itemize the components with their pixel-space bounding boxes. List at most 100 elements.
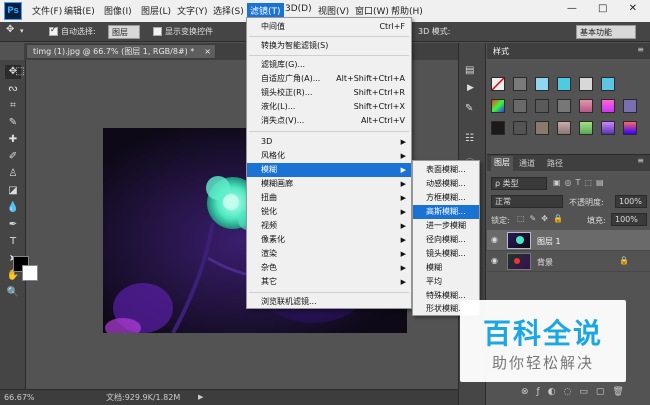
actions-panel-icon[interactable]: ▶	[467, 83, 474, 93]
submenu-item-average[interactable]: 平均	[413, 275, 479, 289]
workspace-dropdown[interactable]: 基本功能	[576, 25, 636, 39]
menu-item-last-filter[interactable]: 中间值 Ctrl+F	[247, 20, 411, 34]
submenu-item-blur-more[interactable]: 进一步模糊	[413, 219, 479, 233]
menu-item-filter-gallery[interactable]: 滤镜库(G)...	[247, 58, 411, 72]
menu-edit[interactable]: 编辑(E)	[64, 4, 95, 17]
type-tool-icon[interactable]: T	[5, 235, 21, 249]
menu-3d[interactable]: 3D(D)	[285, 4, 312, 14]
blend-mode-dropdown[interactable]: 正常	[491, 195, 563, 208]
menu-item-blur-gallery[interactable]: 模糊画廊 ▶	[247, 177, 411, 191]
styles-panel-title[interactable]: 样式	[493, 46, 509, 57]
submenu-item-gaussian-blur[interactable]: 高斯模糊...	[413, 205, 479, 219]
style-swatch[interactable]	[557, 77, 571, 91]
brush-tool-icon[interactable]: ✐	[5, 150, 21, 164]
close-tab-icon[interactable]: ×	[204, 45, 211, 58]
style-swatch[interactable]	[513, 121, 527, 135]
menu-item-vanishing-point[interactable]: 消失点(V)... Alt+Ctrl+V	[247, 114, 411, 128]
properties-panel-icon[interactable]: ☷	[465, 133, 474, 144]
stamp-tool-icon[interactable]: ♙	[5, 167, 21, 181]
menu-type[interactable]: 文字(Y)	[177, 4, 208, 17]
opacity-input[interactable]: 100%	[615, 195, 647, 208]
menu-layer[interactable]: 图层(L)	[141, 4, 171, 17]
style-swatch[interactable]	[557, 121, 571, 135]
style-swatch[interactable]	[579, 99, 593, 113]
chevron-down-icon[interactable]: ▾	[20, 27, 24, 35]
tab-layers[interactable]: 图层	[491, 156, 513, 171]
menu-help[interactable]: 帮助(H)	[391, 4, 423, 17]
menu-item-3d[interactable]: 3D ▶	[247, 135, 411, 149]
pen-tool-icon[interactable]: ✒	[5, 218, 21, 232]
layer-actions-icons[interactable]: ⊗ƒ◐◌▭▢🗑	[521, 387, 632, 397]
menu-item-render[interactable]: 渲染 ▶	[247, 247, 411, 261]
layer-kind-filter[interactable]: ρ 类型	[491, 177, 547, 190]
style-swatch[interactable]	[623, 121, 637, 135]
brush-panel-icon[interactable]: ✎	[465, 103, 473, 114]
menu-item-stylize[interactable]: 风格化 ▶	[247, 149, 411, 163]
menu-item-video[interactable]: 视频 ▶	[247, 219, 411, 233]
visibility-eye-icon[interactable]: ◉	[491, 235, 498, 244]
menu-item-liquify[interactable]: 液化(L)... Shift+Ctrl+X	[247, 100, 411, 114]
menu-item-sharpen[interactable]: 锐化 ▶	[247, 205, 411, 219]
style-swatch[interactable]	[535, 99, 549, 113]
layer-filter-icons[interactable]: ▣◎T⬚▤	[553, 178, 608, 187]
style-swatch[interactable]	[579, 121, 593, 135]
move-tool-icon[interactable]: ✥	[6, 24, 14, 35]
submenu-item-surface-blur[interactable]: 表面模糊...	[413, 163, 479, 177]
menu-window[interactable]: 窗口(W)	[355, 4, 389, 17]
document-tab[interactable]: timg (1).jpg @ 66.7% (图层 1, RGB/8#) * ×	[26, 44, 216, 59]
panel-menu-icon[interactable]: ≡	[637, 45, 644, 54]
style-swatch[interactable]	[491, 77, 505, 91]
window-controls[interactable]: — □ ✕	[567, 3, 646, 14]
status-arrow-icon[interactable]: ▶	[198, 390, 203, 405]
menu-item-other[interactable]: 其它 ▶	[247, 275, 411, 289]
layer-row[interactable]: ◉ 背景 🔒	[487, 251, 650, 272]
menu-image[interactable]: 图像(I)	[104, 4, 132, 17]
submenu-item-box-blur[interactable]: 方框模糊...	[413, 191, 479, 205]
submenu-item-blur[interactable]: 模糊	[413, 261, 479, 275]
submenu-item-radial-blur[interactable]: 径向模糊...	[413, 233, 479, 247]
style-swatch[interactable]	[579, 77, 593, 91]
menu-item-noise[interactable]: 杂色 ▶	[247, 261, 411, 275]
background-color-swatch[interactable]	[22, 265, 38, 281]
style-swatch[interactable]	[535, 77, 549, 91]
menu-item-adaptive-wide-angle[interactable]: 自适应广角(A)... Alt+Shift+Ctrl+A	[247, 72, 411, 86]
menu-filter[interactable]: 滤镜(T)	[247, 3, 284, 18]
style-swatch[interactable]	[513, 77, 527, 91]
layer-row[interactable]: ◉ 图层 1	[487, 230, 650, 251]
style-swatch[interactable]	[491, 121, 505, 135]
style-swatch[interactable]	[601, 121, 615, 135]
style-swatch[interactable]	[623, 99, 637, 113]
marquee-tool-icon[interactable]: ⬚	[15, 65, 25, 79]
menu-item-browse-online-filters[interactable]: 浏览联机滤镜...	[247, 295, 411, 309]
menu-view[interactable]: 视图(V)	[318, 4, 349, 17]
style-swatch[interactable]	[513, 99, 527, 113]
style-swatch[interactable]	[491, 99, 505, 113]
menu-select[interactable]: 选择(S)	[213, 4, 244, 17]
lasso-tool-icon[interactable]: ᔓ	[5, 82, 21, 96]
panel-menu-icon[interactable]: ≡	[637, 156, 644, 165]
eraser-tool-icon[interactable]: ◪	[5, 184, 21, 198]
menu-item-distort[interactable]: 扭曲 ▶	[247, 191, 411, 205]
crop-tool-icon[interactable]: ⌗	[5, 99, 21, 113]
eyedropper-tool-icon[interactable]: ✎	[5, 116, 21, 130]
history-panel-icon[interactable]: ▤	[465, 65, 474, 76]
menu-item-lens-correction[interactable]: 镜头校正(R)... Shift+Ctrl+R	[247, 86, 411, 100]
menu-item-blur[interactable]: 模糊 ▶	[247, 163, 411, 177]
style-swatch[interactable]	[557, 99, 571, 113]
menu-item-pixelate[interactable]: 像素化 ▶	[247, 233, 411, 247]
healing-tool-icon[interactable]: ✚	[5, 133, 21, 147]
menu-file[interactable]: 文件(F)	[32, 4, 62, 17]
layer-name[interactable]: 背景	[537, 257, 553, 268]
blur-tool-icon[interactable]: 💧	[5, 201, 21, 215]
menu-item-smart-filter[interactable]: 转换为智能滤镜(S)	[247, 39, 411, 53]
zoom-tool-icon[interactable]: 🔍	[5, 286, 21, 300]
auto-select-checkbox[interactable]	[49, 25, 58, 36]
style-swatch[interactable]	[535, 121, 549, 135]
style-swatch[interactable]	[601, 77, 615, 91]
tab-channels[interactable]: 通道	[519, 158, 535, 169]
zoom-level[interactable]: 66.67%	[4, 390, 35, 405]
lock-icons[interactable]: ⬚✎✥🔒	[517, 214, 568, 223]
submenu-item-motion-blur[interactable]: 动感模糊...	[413, 177, 479, 191]
show-transform-checkbox[interactable]	[153, 27, 162, 36]
style-swatch[interactable]	[601, 99, 615, 113]
